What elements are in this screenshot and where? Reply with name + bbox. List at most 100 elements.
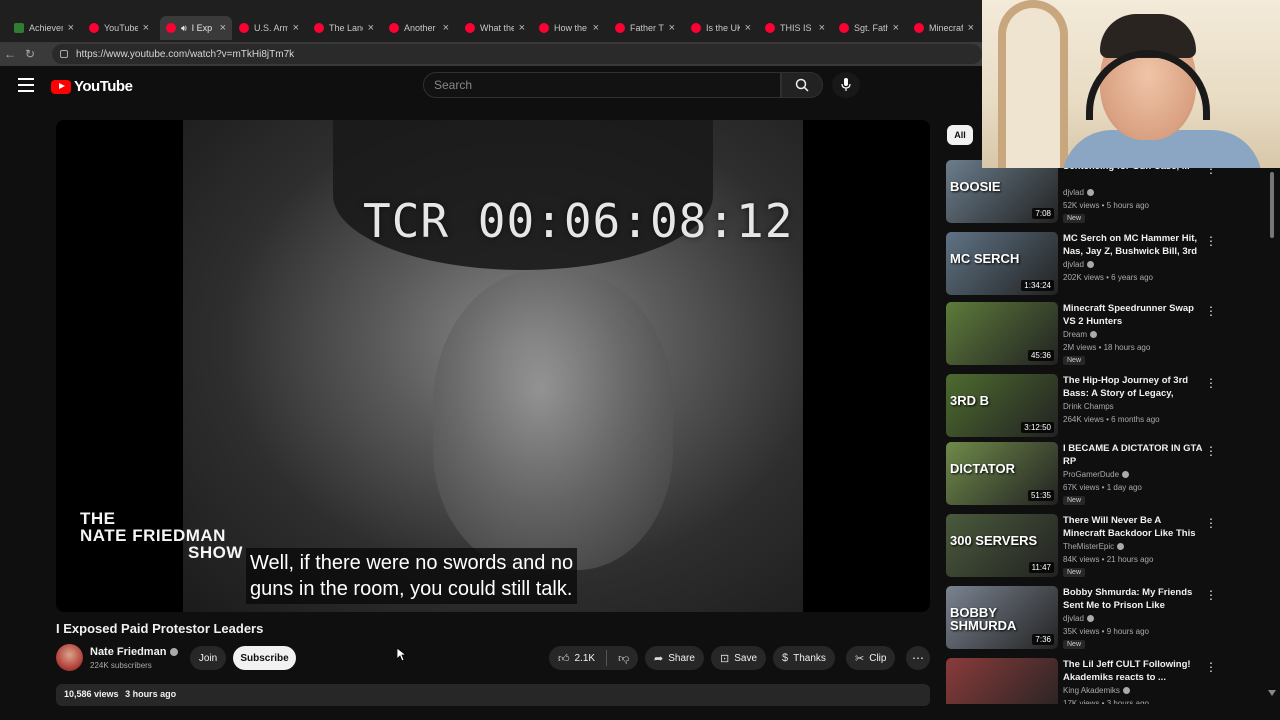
recommended-channel-row[interactable]: djvlad <box>1063 614 1094 623</box>
more-options-icon[interactable]: ⋮ <box>1205 516 1217 530</box>
recommended-title[interactable]: Bobby Shmurda: My Friends Sent Me to Pri… <box>1063 586 1203 612</box>
more-options-icon[interactable]: ⋮ <box>1205 234 1217 248</box>
video-thumbnail[interactable]: DICTATOR 51:35 <box>946 442 1058 505</box>
video-thumbnail[interactable]: BOBBY SHMURDA 7:36 <box>946 586 1058 649</box>
browser-tab[interactable]: Sgt. Fathe × <box>833 16 905 40</box>
close-tab-icon[interactable]: × <box>669 22 675 34</box>
recommended-title[interactable]: The Lil Jeff CULT Following! Akademiks r… <box>1063 658 1203 684</box>
recommended-channel-row[interactable]: Dream <box>1063 330 1098 339</box>
close-tab-icon[interactable]: × <box>893 22 899 34</box>
like-icon[interactable]: 👍︎ <box>558 652 570 665</box>
browser-tab[interactable]: Father Th × <box>609 16 681 40</box>
recommended-channel[interactable]: Dream <box>1063 330 1087 339</box>
recommended-channel[interactable]: Drink Champs <box>1063 402 1114 411</box>
recommended-video[interactable]: 3RD B 3:12:50 The Hip-Hop Journey of 3rd B… <box>946 372 1266 438</box>
recommended-channel[interactable]: ProGamerDude <box>1063 470 1119 479</box>
close-tab-icon[interactable]: × <box>220 22 226 34</box>
page-scrollbar[interactable] <box>1268 168 1276 698</box>
recommended-channel-row[interactable]: djvlad <box>1063 260 1094 269</box>
recommended-title[interactable]: I BECAME A DICTATOR IN GTA RP <box>1063 442 1203 468</box>
clip-button[interactable]: ✂ Clip <box>846 646 896 670</box>
browser-tab[interactable]: THIS IS F × <box>759 16 831 40</box>
more-options-icon[interactable]: ⋮ <box>1205 376 1217 390</box>
join-button[interactable]: Join <box>190 646 226 670</box>
recommended-channel-row[interactable]: TheMisterEpic <box>1063 542 1125 551</box>
recommended-channel[interactable]: djvlad <box>1063 260 1084 269</box>
browser-tab[interactable]: Minecraft × <box>908 16 980 40</box>
recommended-video[interactable]: 45:36 Minecraft Speedrunner Swap VS 2 Hun… <box>946 300 1266 366</box>
description-box[interactable]: 10,586 views 3 hours ago <box>56 684 930 706</box>
close-tab-icon[interactable]: × <box>293 22 299 34</box>
recommended-title[interactable]: There Will Never Be A Minecraft Backdoor… <box>1063 514 1203 540</box>
save-button[interactable]: ⊡ Save <box>711 646 767 670</box>
browser-tab[interactable]: Another × <box>383 16 455 40</box>
voice-search-button[interactable] <box>832 72 860 98</box>
browser-tab[interactable]: How the × <box>533 16 605 40</box>
close-tab-icon[interactable]: × <box>819 22 825 34</box>
recommended-title[interactable]: The Hip-Hop Journey of 3rd Bass: A Story… <box>1063 374 1203 400</box>
close-tab-icon[interactable]: × <box>519 22 525 34</box>
thanks-button[interactable]: $ Thanks <box>773 646 835 670</box>
speaker-icon[interactable]: 🔊︎ <box>181 23 187 34</box>
close-tab-icon[interactable]: × <box>745 22 751 34</box>
recommended-video[interactable]: DICTATOR 51:35 I BECAME A DICTATOR IN GTA … <box>946 440 1266 506</box>
search-input[interactable]: Search <box>423 72 781 98</box>
recommended-title[interactable]: Minecraft Speedrunner Swap VS 2 Hunters <box>1063 302 1203 328</box>
more-options-icon[interactable]: ⋮ <box>1205 588 1217 602</box>
close-tab-icon[interactable]: × <box>368 22 374 34</box>
browser-tab[interactable]: The Land × <box>308 16 380 40</box>
scrollbar-thumb[interactable] <box>1270 172 1274 238</box>
browser-tab[interactable]: Achievem × <box>8 16 80 40</box>
scroll-down-icon[interactable] <box>1268 690 1276 696</box>
site-info-icon[interactable] <box>60 50 68 58</box>
recommended-video[interactable]: MC SERCH 1:34:24 MC Serch on MC Hammer Hit… <box>946 230 1266 296</box>
recommended-channel[interactable]: djvlad <box>1063 188 1084 197</box>
browser-tab[interactable]: YouTube × <box>83 16 155 40</box>
recommended-video[interactable]: 300 SERVERS 11:47 There Will Never Be A Mi… <box>946 512 1266 578</box>
close-tab-icon[interactable]: × <box>68 22 74 34</box>
search-button[interactable] <box>781 72 823 98</box>
video-thumbnail[interactable]: 300 SERVERS 11:47 <box>946 514 1058 577</box>
reload-icon[interactable]: ↻ <box>20 47 40 61</box>
video-thumbnail[interactable]: BOOSIE 7:08 <box>946 160 1058 223</box>
video-player[interactable]: TCR 00:06:08:12 THE NATE FRIEDMAN SHOW W… <box>56 120 930 612</box>
more-actions-icon[interactable]: ⋯ <box>906 646 930 670</box>
recommended-channel-row[interactable]: djvlad <box>1063 188 1094 197</box>
share-button[interactable]: ➦ Share <box>645 646 704 670</box>
close-tab-icon[interactable]: × <box>968 22 974 34</box>
more-options-icon[interactable]: ⋮ <box>1205 660 1217 674</box>
channel-name-row[interactable]: Nate Friedman <box>90 646 179 658</box>
recommended-channel[interactable]: King Akademiks <box>1063 686 1120 695</box>
video-thumbnail[interactable]: 3RD B 3:12:50 <box>946 374 1058 437</box>
menu-icon[interactable] <box>18 78 34 92</box>
dislike-icon[interactable]: 👎︎ <box>618 652 629 665</box>
browser-tab[interactable]: U.S. Army × <box>233 16 305 40</box>
filter-chip-all[interactable]: All <box>947 125 973 145</box>
recommended-channel-row[interactable]: Drink Champs <box>1063 402 1114 411</box>
channel-avatar[interactable] <box>56 644 83 671</box>
recommended-video[interactable]: The Lil Jeff CULT Following! Akademiks r… <box>946 656 1266 704</box>
video-thumbnail[interactable]: 45:36 <box>946 302 1058 365</box>
recommended-channel[interactable]: djvlad <box>1063 614 1084 623</box>
video-thumbnail[interactable]: MC SERCH 1:34:24 <box>946 232 1058 295</box>
browser-tab[interactable]: What the × <box>459 16 531 40</box>
more-options-icon[interactable]: ⋮ <box>1205 304 1217 318</box>
close-tab-icon[interactable]: × <box>593 22 599 34</box>
browser-tab[interactable]: Is the UK × <box>685 16 757 40</box>
recommended-channel-row[interactable]: ProGamerDude <box>1063 470 1130 479</box>
back-icon[interactable]: ← <box>0 47 20 61</box>
like-count[interactable]: 2.1K <box>575 653 596 664</box>
recommended-video[interactable]: BOBBY SHMURDA 7:36 Bobby Shmurda: My Frien… <box>946 584 1266 650</box>
close-tab-icon[interactable]: × <box>443 22 449 34</box>
recommended-title[interactable]: MC Serch on MC Hammer Hit, Nas, Jay Z, B… <box>1063 232 1203 258</box>
more-options-icon[interactable]: ⋮ <box>1205 444 1217 458</box>
url-field[interactable]: https://www.youtube.com/watch?v=mTkHi8jT… <box>52 44 982 64</box>
channel-name[interactable]: Nate Friedman <box>90 646 166 658</box>
video-thumbnail[interactable] <box>946 658 1058 704</box>
browser-tab[interactable]: 🔊︎ I Exp × <box>160 16 232 40</box>
subscribe-button[interactable]: Subscribe <box>233 646 296 670</box>
youtube-logo[interactable]: YouTube <box>51 78 133 95</box>
close-tab-icon[interactable]: × <box>143 22 149 34</box>
recommended-channel[interactable]: TheMisterEpic <box>1063 542 1114 551</box>
recommended-channel-row[interactable]: King Akademiks <box>1063 686 1130 695</box>
